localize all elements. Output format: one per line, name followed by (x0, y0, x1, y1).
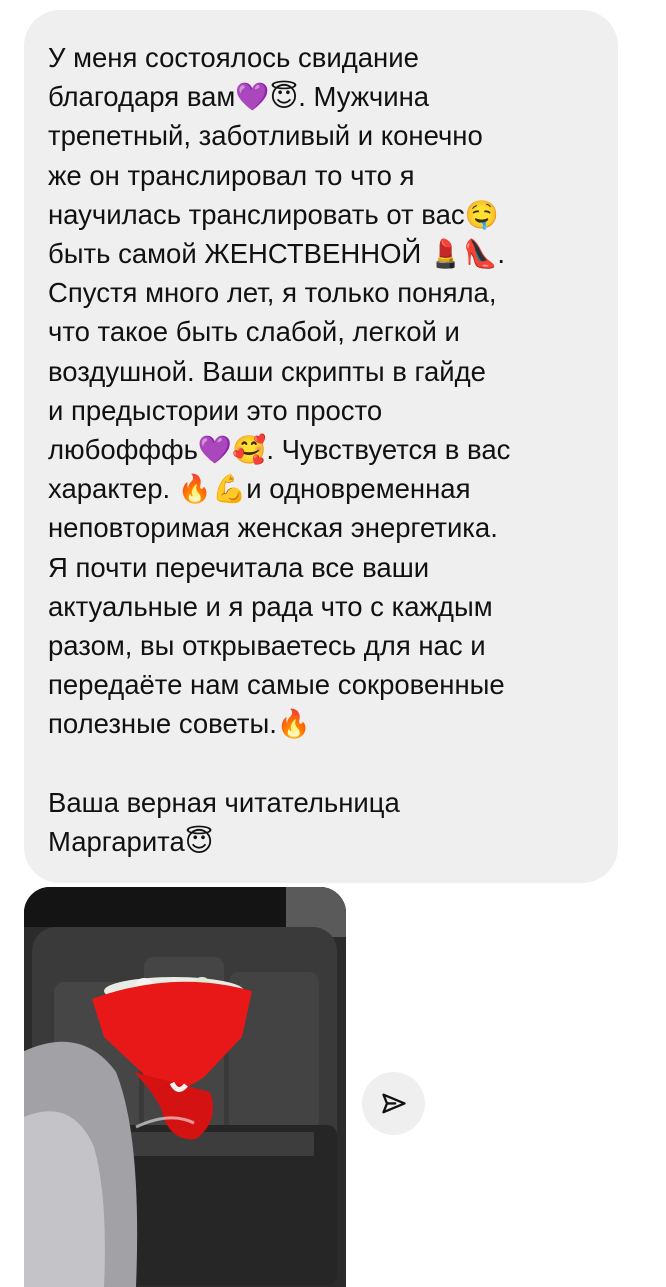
message-line: что такое быть слабой, легкой и (48, 316, 460, 348)
message-line: благодаря вам💜😇. Мужчина (48, 81, 430, 113)
message-bubble[interactable]: У меня состоялось свидание благодаря вам… (24, 10, 618, 883)
share-button[interactable] (362, 1072, 425, 1135)
message-line: У меня состоялось свидание (48, 42, 419, 73)
message-line: Маргарита😇 (48, 826, 214, 858)
message-line: полезные советы.🔥 (48, 708, 312, 740)
message-line: быть самой ЖЕНСТВЕННОЙ 💄👠. (48, 238, 505, 270)
message-line: характер. 🔥💪и одновременная (48, 473, 471, 505)
message-line: Спустя много лет, я только поняла, (48, 277, 497, 309)
message-line: Ваша верная читательница (48, 786, 400, 818)
message-text: У меня состоялось свидание благодаря вам… (48, 38, 608, 861)
message-line: актуальные и я рада что с каждым (48, 590, 493, 622)
message-line: воздушной. Ваши скрипты в гайде (48, 355, 486, 387)
photo-flowers-in-car (24, 887, 346, 1287)
paper-plane-icon (381, 1093, 406, 1113)
message-line: и предыстории это просто (48, 394, 383, 426)
message-line: Я почти перечитала все ваши (48, 551, 430, 583)
message-line-blank (48, 744, 608, 783)
photo-attachment[interactable] (24, 887, 346, 1287)
message-line: разом, вы открываетесь для нас и (48, 630, 486, 662)
message-line: научилась транслировать от вас🤤 (48, 198, 499, 230)
message-line: неповторимая женская энергетика. (48, 512, 498, 544)
message-line: любофффь💜🥰. Чувствуется в вас (48, 434, 511, 466)
message-line: же он транслировал то что я (48, 159, 415, 191)
message-line: трепетный, заботливый и конечно (48, 120, 483, 152)
message-line: передаёте нам самые сокровенные (48, 669, 505, 701)
